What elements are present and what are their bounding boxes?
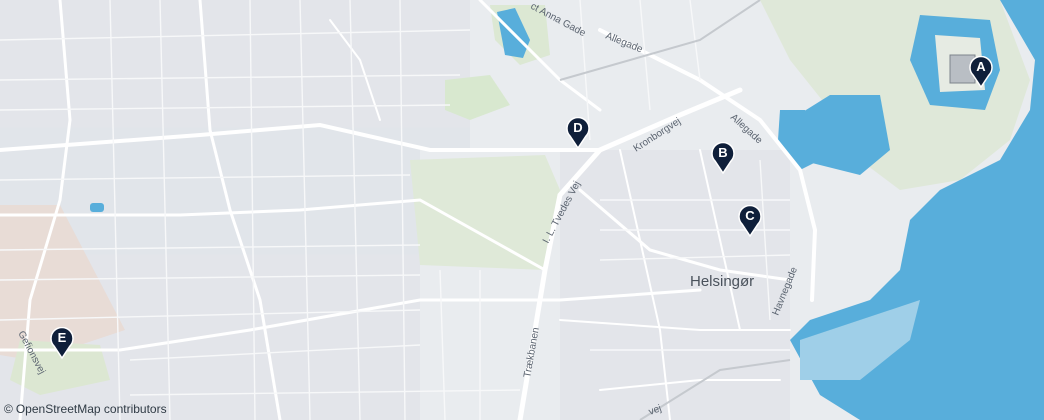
marker-letter: B — [718, 145, 728, 160]
copyright-symbol: © — [4, 402, 13, 416]
map-canvas[interactable]: ct Anna Gade Allegade Allegade Kronborgv… — [0, 0, 1044, 420]
map-marker-e[interactable]: E — [49, 327, 75, 359]
marker-letter: A — [976, 59, 986, 74]
marker-letter: E — [57, 330, 67, 345]
city-label: Helsingør — [690, 273, 754, 290]
map-base: ct Anna Gade Allegade Allegade Kronborgv… — [0, 0, 1044, 420]
attribution-text[interactable]: OpenStreetMap contributors — [16, 402, 167, 416]
map-marker-d[interactable]: D — [565, 117, 591, 149]
map-marker-b[interactable]: B — [710, 142, 736, 174]
marker-letter: C — [745, 208, 755, 223]
marker-letter: D — [573, 120, 583, 135]
map-attribution: © OpenStreetMap contributors — [4, 402, 167, 416]
map-marker-c[interactable]: C — [737, 205, 763, 237]
map-marker-a[interactable]: A — [968, 56, 994, 88]
